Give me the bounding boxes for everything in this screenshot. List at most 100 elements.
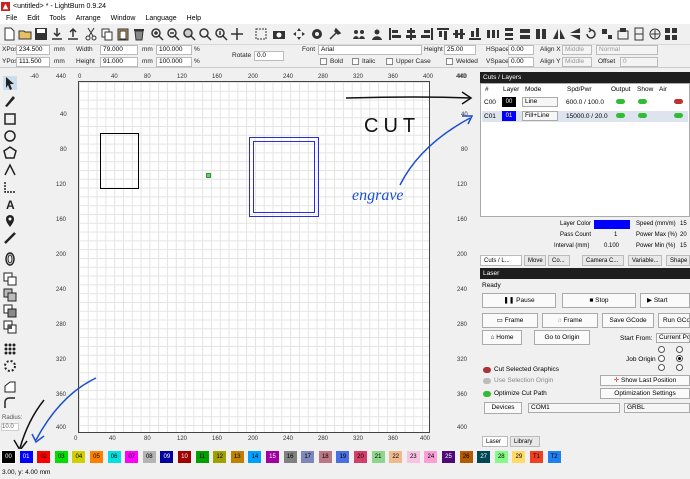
layer-color-palette: 00 01 02 03 04 05 06 07 08 09 10 11 12 13 14 15 16 17 18 19… <box>0 449 690 465</box>
palette-color-16[interactable]: 16 <box>283 451 297 463</box>
layer-mode-select[interactable]: Line <box>522 97 558 107</box>
run-gcode-button[interactable]: Run GCode <box>658 313 690 328</box>
output-toggle[interactable] <box>616 113 625 118</box>
palette-color-T2[interactable]: T2 <box>547 451 561 463</box>
air-toggle[interactable] <box>674 99 683 104</box>
frame-rect-icon: ▭ <box>496 317 505 324</box>
tab-move[interactable]: Move <box>524 255 546 266</box>
home-button[interactable]: ⌂ Home <box>482 330 522 345</box>
palette-color-14[interactable]: 14 <box>248 451 262 463</box>
palette-color-12[interactable]: 12 <box>213 451 227 463</box>
port-select[interactable]: COM1 <box>528 403 620 413</box>
palette-color-T1[interactable]: T1 <box>530 451 543 463</box>
stop-button[interactable]: ■ Stop <box>562 293 636 308</box>
palette-color-28[interactable]: 28 <box>494 451 508 463</box>
col-air: Air <box>659 86 667 93</box>
palette-color-05[interactable]: 05 <box>90 451 103 463</box>
show-last-position-label: Show Last Position <box>620 377 677 384</box>
origin-radio-mc[interactable] <box>676 355 683 362</box>
palette-color-27[interactable]: 27 <box>477 451 491 463</box>
tab-shape-properties[interactable]: Shape <box>666 255 690 266</box>
frame-circle-label: Frame <box>563 317 583 324</box>
palette-color-23[interactable]: 23 <box>406 451 420 463</box>
output-toggle[interactable] <box>616 99 625 104</box>
palette-color-17[interactable]: 17 <box>301 451 315 463</box>
power-min-value[interactable]: 15 <box>680 243 687 249</box>
palette-color-11[interactable]: 11 <box>195 451 209 463</box>
optimize-cut-path-toggle[interactable] <box>483 391 491 397</box>
pass-count-value[interactable]: 1 <box>614 232 617 238</box>
frame-label: Frame <box>504 317 524 324</box>
layer-color-swatch[interactable]: 01 <box>502 111 516 121</box>
palette-color-13[interactable]: 13 <box>230 451 244 463</box>
tab-camera-control[interactable]: Camera C... <box>582 255 624 266</box>
palette-color-26[interactable]: 26 <box>459 451 473 463</box>
cut-layer-row[interactable]: C00 00 Line 600.0 / 100.0 <box>482 97 688 108</box>
interval-value[interactable]: 0.100 <box>604 243 619 249</box>
palette-color-04[interactable]: 04 <box>72 451 86 463</box>
stop-label: Stop <box>595 297 609 304</box>
save-gcode-button[interactable]: Save GCode <box>602 313 654 328</box>
layer-color-label: Layer Color <box>560 221 592 227</box>
start-from-select[interactable]: Current Position <box>656 333 690 343</box>
status-bar: 3.00, y: 4.00 mm <box>0 466 690 479</box>
palette-color-01[interactable]: 01 <box>19 451 33 463</box>
tab-library[interactable]: Library <box>510 436 540 447</box>
layer-color-swatch-large[interactable] <box>594 220 630 229</box>
controller-select[interactable]: GRBL <box>624 403 690 413</box>
pause-button[interactable]: ❚❚ Pause <box>482 293 556 308</box>
start-icon: ▶ <box>647 297 654 304</box>
layer-settings: Layer Color Speed (mm/m) 15 Pass Count 1… <box>480 218 690 254</box>
frame-circle-button[interactable]: ◌ Frame <box>542 313 598 328</box>
tab-console[interactable]: Co... <box>548 255 570 266</box>
power-max-value[interactable]: 20 <box>680 232 687 238</box>
palette-color-15[interactable]: 15 <box>266 451 279 463</box>
optimization-settings-button[interactable]: Optimization Settings <box>600 388 690 399</box>
show-last-position-button[interactable]: ✛ Show Last Position <box>600 375 690 386</box>
tab-cuts-layers[interactable]: Cuts / L... <box>480 255 522 266</box>
palette-color-08[interactable]: 08 <box>142 451 156 463</box>
palette-color-18[interactable]: 18 <box>318 451 332 463</box>
cuts-column-headers: # Layer Mode Spd/Pwr Output Show Air <box>481 84 689 94</box>
frame-button[interactable]: ▭ Frame <box>482 313 538 328</box>
layer-color-swatch[interactable]: 00 <box>502 97 516 107</box>
palette-color-22[interactable]: 22 <box>389 451 403 463</box>
show-toggle[interactable] <box>638 113 647 118</box>
devices-button[interactable]: Devices <box>484 402 522 414</box>
palette-color-10[interactable]: 10 <box>178 451 191 463</box>
air-toggle[interactable] <box>674 113 683 118</box>
cut-selected-label: Cut Selected Graphics <box>494 366 560 373</box>
palette-color-19[interactable]: 19 <box>336 451 350 463</box>
start-button[interactable]: ▶ Start <box>640 293 690 308</box>
palette-color-24[interactable]: 24 <box>424 451 438 463</box>
col-output: Output <box>611 86 631 93</box>
speed-value[interactable]: 15 <box>680 221 687 227</box>
origin-radio-bl[interactable] <box>658 364 665 371</box>
col-spdpwr: Spd/Pwr <box>567 86 592 93</box>
palette-color-06[interactable]: 06 <box>107 451 121 463</box>
palette-color-02[interactable]: 02 <box>37 451 51 463</box>
palette-color-25[interactable]: 25 <box>442 451 455 463</box>
col-hash: # <box>485 86 489 93</box>
tab-laser[interactable]: Laser <box>482 436 508 447</box>
origin-radio-bc[interactable] <box>676 364 683 371</box>
cut-layer-row[interactable]: C01 01 Fill+Line 15000.0 / 20.0 <box>482 111 688 122</box>
palette-color-00[interactable]: 00 <box>1 450 16 464</box>
annotation-arrow-black-left <box>19 399 45 449</box>
cut-selected-toggle[interactable] <box>483 367 491 373</box>
palette-color-20[interactable]: 20 <box>354 451 367 463</box>
origin-radio-tc[interactable] <box>676 346 683 353</box>
tab-variable-text[interactable]: Variable... <box>628 255 662 266</box>
use-selection-origin-toggle[interactable] <box>483 378 491 384</box>
palette-color-07[interactable]: 07 <box>125 451 139 463</box>
layer-mode-select[interactable]: Fill+Line <box>522 111 558 121</box>
palette-color-03[interactable]: 03 <box>54 451 68 463</box>
palette-color-29[interactable]: 29 <box>512 451 526 463</box>
show-toggle[interactable] <box>638 99 647 104</box>
origin-radio-ml[interactable] <box>658 355 665 362</box>
go-to-origin-button[interactable]: Go to Origin <box>534 330 590 345</box>
palette-color-21[interactable]: 21 <box>371 451 385 463</box>
palette-color-09[interactable]: 09 <box>160 451 174 463</box>
power-min-label: Power Min (%) <box>636 243 676 249</box>
origin-radio-tl[interactable] <box>658 346 665 353</box>
